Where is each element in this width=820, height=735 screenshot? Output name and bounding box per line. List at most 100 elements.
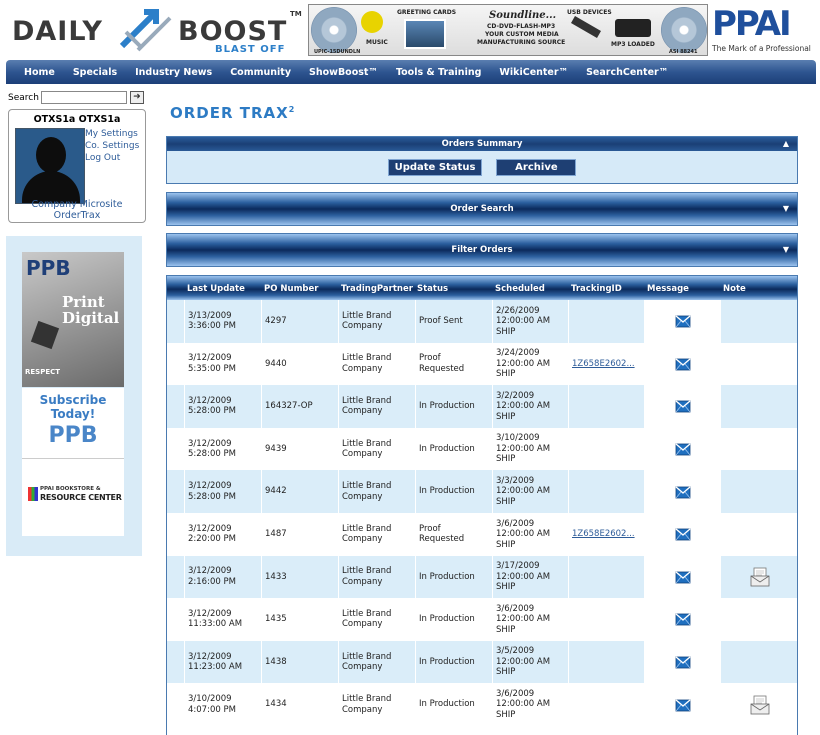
row-selector[interactable] [167,385,185,428]
search-input[interactable] [40,91,127,104]
expand-down-icon[interactable]: ▼ [783,193,789,225]
nav-home[interactable]: Home [24,67,55,78]
table-row[interactable]: 3/10/2009 4:07:00 PM 1434 Little Brand C… [167,683,797,726]
table-row[interactable]: 3/12/2009 11:23:00 AM 1438 Little Brand … [167,640,797,684]
expand-down-icon[interactable]: ▼ [783,234,789,266]
collapse-up-icon[interactable]: ▲ [783,137,789,151]
col-status[interactable]: Status [417,284,448,294]
update-status-button[interactable]: Update Status [387,158,483,176]
co-settings-link[interactable]: Co. Settings [85,140,139,152]
cell-scheduled: 3/6/2009 12:00:00 AM SHIP [493,598,569,641]
ordertrax-link[interactable]: OrderTrax [9,210,145,221]
company-microsite-link[interactable]: Company Microsite [9,199,145,210]
row-selector[interactable] [167,598,185,641]
table-row[interactable]: 3/12/2009 11:33:00 AM 1435 Little Brand … [167,598,797,641]
message-envelope-icon[interactable] [675,526,691,542]
cell-last-update: 3/13/2009 3:36:00 PM [185,300,262,343]
cell-last-update: 3/10/2009 4:07:00 PM [185,683,262,726]
cell-po-number: 1435 [262,598,339,641]
greeting-card-image [404,19,446,49]
my-settings-link[interactable]: My Settings [85,128,139,140]
row-selector[interactable] [167,683,185,726]
message-envelope-icon[interactable] [675,313,691,329]
message-envelope-icon[interactable] [675,654,691,670]
table-row[interactable]: 3/12/2009 2:20:00 PM 1487 Little Brand C… [167,512,797,556]
message-envelope-icon[interactable] [675,611,691,627]
table-row[interactable]: 3/12/2009 2:16:00 PM 1433 Little Brand C… [167,555,797,599]
message-envelope-icon[interactable] [675,697,691,713]
nav-showboost[interactable]: ShowBoost™ [309,67,378,78]
row-selector[interactable] [167,555,185,599]
note-letter-icon[interactable] [749,694,771,716]
header-banner-ad[interactable]: MUSIC UPIC-15DUNDLN GREETING CARDS Sound… [308,4,708,56]
ordertrax-logo-text: ORDER TRAX [170,104,289,122]
banner-soundline-sub3: MANUFACTURING SOURCE [477,39,566,46]
cell-trading-partner: Little Brand Company [339,300,416,343]
col-po-number[interactable]: PO Number [264,284,318,294]
order-search-title: Order Search [450,204,514,214]
cell-status: In Production [416,683,493,726]
row-selector[interactable] [167,342,185,386]
row-selector[interactable] [167,470,185,513]
logo-daily-text: DAILY [12,16,103,47]
usb-drive-image [571,16,601,38]
row-selector[interactable] [167,427,185,471]
nav-wikicenter[interactable]: WikiCenter™ [499,67,568,78]
col-trading-partner[interactable]: TradingPartner [341,284,413,294]
table-row[interactable]: 3/12/2009 5:28:00 PM 9442 Little Brand C… [167,470,797,513]
order-search-header[interactable]: Order Search ▼ [167,193,797,225]
cell-scheduled: 3/3/2009 12:00:00 AM SHIP [493,470,569,513]
col-note[interactable]: Note [723,284,746,294]
nav-industry-news[interactable]: Industry News [135,67,212,78]
cell-scheduled: 3/24/2009 12:00:00 AM SHIP [493,342,569,386]
resource-center-logo-icon [28,487,38,501]
nav-community[interactable]: Community [230,67,291,78]
row-selector[interactable] [167,640,185,684]
cell-po-number: 9439 [262,427,339,471]
cell-po-number: 164327-OP [262,385,339,428]
nav-tools-training[interactable]: Tools & Training [396,67,481,78]
col-scheduled[interactable]: Scheduled [495,284,545,294]
log-out-link[interactable]: Log Out [85,152,139,164]
table-row[interactable]: 3/12/2009 5:28:00 PM 9439 Little Brand C… [167,427,797,471]
orders-summary-header[interactable]: Orders Summary ▲ [167,137,797,151]
table-row[interactable]: 3/12/2009 5:28:00 PM 164327-OP Little Br… [167,385,797,428]
tracking-id-link[interactable]: 1Z658E2602... [572,529,635,540]
message-envelope-icon[interactable] [675,398,691,414]
tracking-id-link[interactable]: 1Z658E2602... [572,359,635,370]
ppai-logo[interactable]: PPAI The Mark of a Professional [712,4,816,56]
message-envelope-icon[interactable] [675,484,691,500]
nav-searchcenter[interactable]: SearchCenter™ [586,67,668,78]
row-selector[interactable] [167,512,185,556]
cell-po-number: 4297 [262,300,339,343]
col-tracking-id[interactable]: TrackingID [571,284,622,294]
search-go-button[interactable]: ➜ [129,91,144,104]
col-last-update[interactable]: Last Update [187,284,245,294]
cell-tracking-id [569,427,645,471]
ppb-magazine-ad[interactable]: PPB Print Digital RESPECT [22,252,124,387]
filter-orders-header[interactable]: Filter Orders ▼ [167,234,797,266]
message-envelope-icon[interactable] [675,356,691,372]
cell-po-number: 1434 [262,683,339,726]
archive-button[interactable]: Archive [496,158,577,176]
dailyboost-logo[interactable]: DAILY BOOST BLAST OFF TM [10,6,302,56]
table-row[interactable]: 3/13/2009 3:36:00 PM 4297 Little Brand C… [167,300,797,343]
col-message[interactable]: Message [647,284,689,294]
cell-message [645,683,721,726]
nav-specials[interactable]: Specials [73,67,117,78]
subscribe-ad[interactable]: Subscribe Today! PPB [22,388,124,458]
resource-center-ad[interactable]: PPAI BOOKSTORE & RESOURCE CENTER [22,458,124,536]
banner-greeting-cards: GREETING CARDS [397,9,457,16]
logo-tagline: BLAST OFF [215,44,286,55]
row-selector[interactable] [167,300,185,343]
magazine-cube-image [30,320,60,350]
mp3-player-image [615,19,651,37]
cell-last-update: 3/12/2009 5:28:00 PM [185,385,262,428]
message-envelope-icon[interactable] [675,569,691,585]
message-envelope-icon[interactable] [675,441,691,457]
note-letter-icon[interactable] [749,566,771,588]
cell-po-number: 9442 [262,470,339,513]
cell-tracking-id [569,640,645,684]
ppai-logo-text: PPAI [712,4,792,44]
table-row[interactable]: 3/12/2009 5:35:00 PM 9440 Little Brand C… [167,342,797,386]
